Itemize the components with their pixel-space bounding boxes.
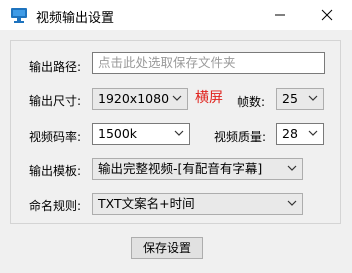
output-path-label: 输出路径: (29, 60, 82, 74)
bitrate-label: 视频码率: (29, 130, 82, 144)
save-button[interactable]: 保存设置 (131, 237, 203, 259)
quality-label: 视频质量: (214, 130, 267, 144)
chevron-down-icon (174, 130, 184, 136)
title-bar: 视频输出设置 (0, 0, 352, 30)
output-size-value: 1920x1080 (98, 91, 170, 106)
output-path-field[interactable]: 点击此处选取保存文件夹 (92, 52, 325, 74)
output-size-select[interactable]: 1920x1080 (92, 88, 188, 110)
chevron-down-icon (287, 200, 297, 206)
template-value: 输出完整视频-[有配音有字幕] (98, 161, 263, 176)
chevron-down-icon (308, 95, 318, 101)
chevron-down-icon (287, 165, 297, 171)
output-size-label: 输出尺寸: (29, 94, 82, 108)
window-title: 视频输出设置 (36, 11, 115, 26)
settings-panel: 输出路径: 点击此处选取保存文件夹 输出尺寸: 1920x1080 横屏 帧数:… (10, 40, 341, 224)
monitor-icon (10, 7, 28, 23)
chevron-down-icon (308, 130, 318, 136)
fps-label: 帧数: (237, 95, 266, 109)
bitrate-select[interactable]: 1500k (92, 123, 190, 145)
fps-select[interactable]: 25 (276, 88, 324, 110)
naming-value: TXT文案名+时间 (98, 196, 195, 211)
orientation-label: 横屏 (195, 90, 223, 106)
bitrate-value: 1500k (98, 126, 138, 141)
minimize-icon[interactable] (270, 6, 290, 24)
close-icon[interactable] (317, 6, 337, 24)
chevron-down-icon (172, 95, 182, 101)
fps-value: 25 (282, 91, 298, 106)
quality-select[interactable]: 28 (276, 123, 324, 145)
naming-select[interactable]: TXT文案名+时间 (92, 193, 303, 215)
template-select[interactable]: 输出完整视频-[有配音有字幕] (92, 158, 303, 180)
template-label: 输出模板: (29, 164, 82, 178)
naming-label: 命名规则: (29, 199, 82, 213)
quality-value: 28 (282, 126, 298, 141)
